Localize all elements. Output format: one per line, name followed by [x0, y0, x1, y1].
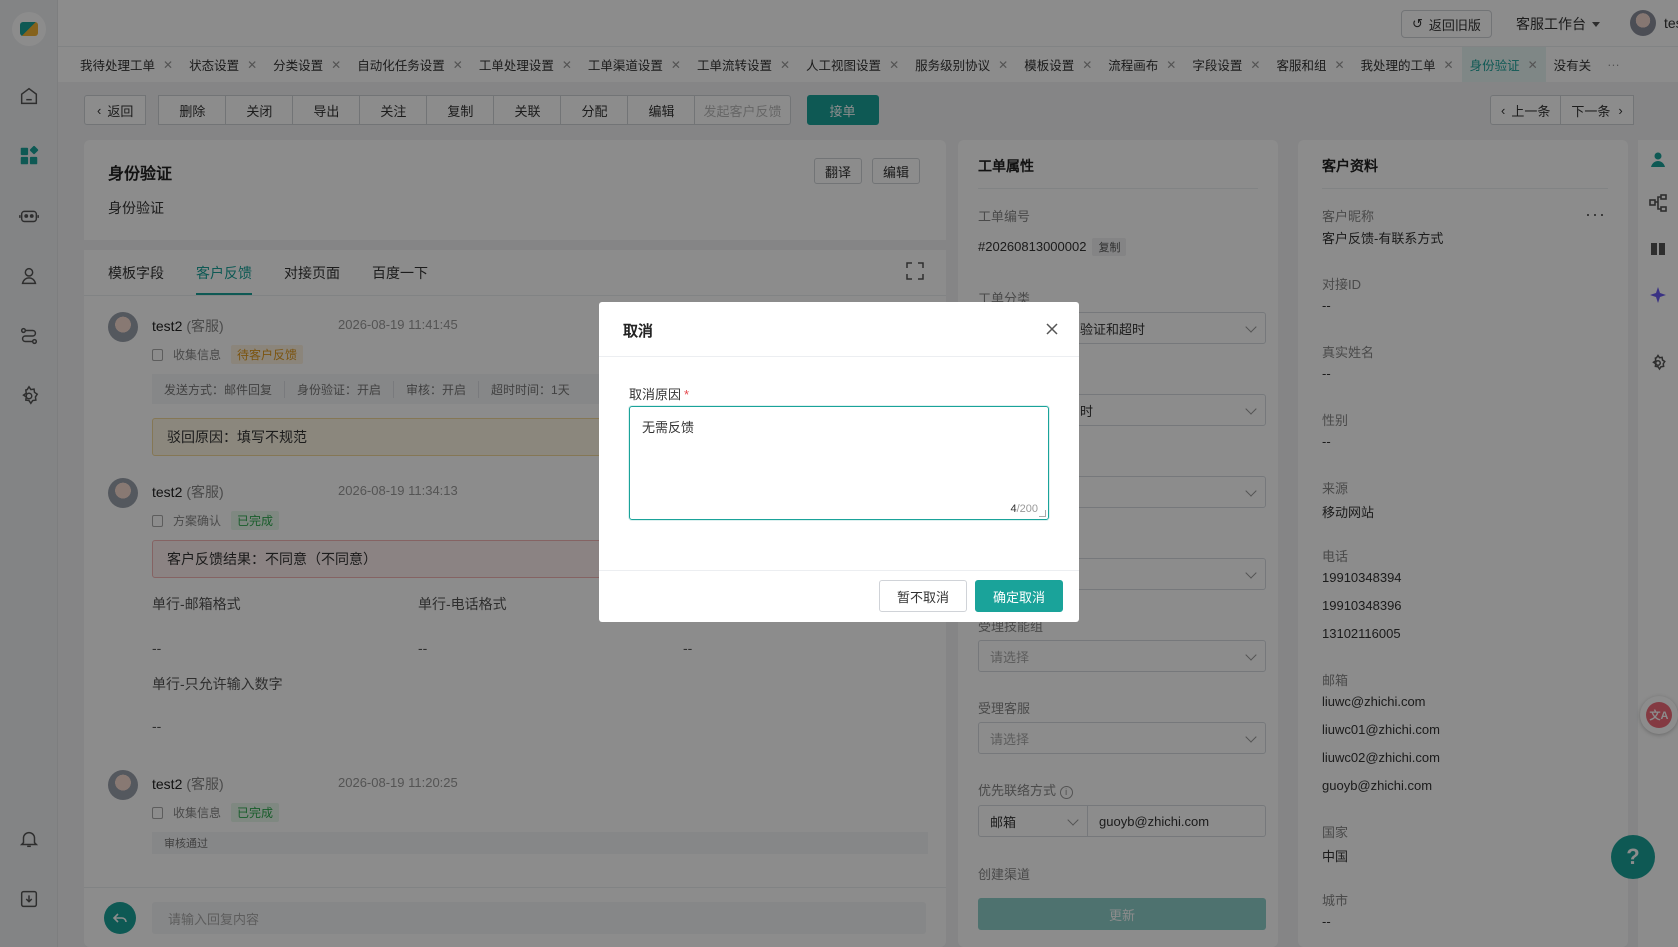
confirm-cancel-button[interactable]: 确定取消: [975, 580, 1063, 612]
close-icon[interactable]: [1045, 322, 1059, 336]
required-mark: *: [684, 387, 690, 402]
cancel-reason-label: 取消原因 *: [629, 387, 690, 402]
resize-handle[interactable]: [1039, 510, 1046, 517]
keep-ticket-button[interactable]: 暂不取消: [879, 580, 967, 612]
dialog-title: 取消: [623, 323, 654, 340]
char-counter: 4/200: [1010, 503, 1038, 515]
dialog-divider: [599, 356, 1079, 357]
cancel-reason-textarea[interactable]: 无需反馈 4/200: [629, 406, 1049, 520]
dialog-divider: [599, 570, 1079, 571]
cancel-dialog: 取消 取消原因 * 无需反馈 4/200 暂不取消 确定取消: [599, 302, 1079, 622]
